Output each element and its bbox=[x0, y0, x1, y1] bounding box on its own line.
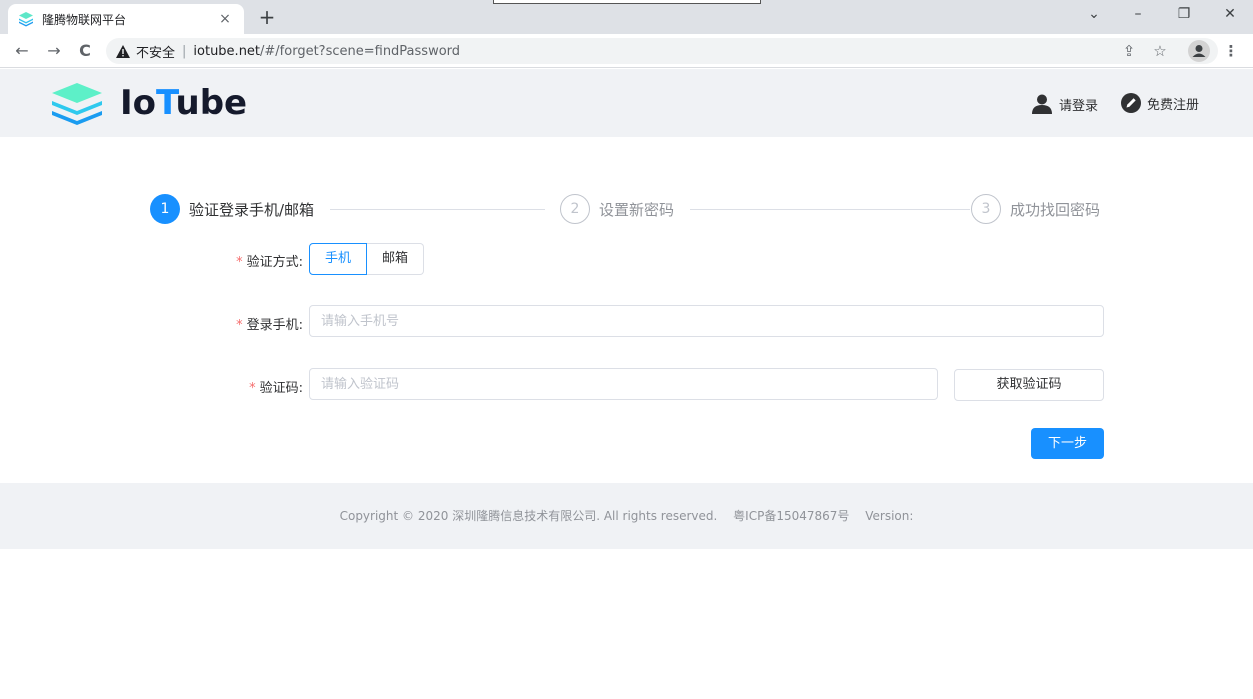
step-2-label: 设置新密码 bbox=[599, 200, 675, 219]
browser-tab-bar: 隆腾物联网平台 × + ⌄ – ❐ ✕ bbox=[0, 0, 1253, 34]
browser-menu-icon[interactable]: ⋮ bbox=[1220, 40, 1242, 62]
edit-icon bbox=[1121, 93, 1141, 113]
password-reset-steps: 1 验证登录手机/邮箱 2 设置新密码 3 成功找回密码 bbox=[150, 194, 1110, 226]
restore-button[interactable]: ❐ bbox=[1164, 0, 1204, 30]
version-text: Version: bbox=[865, 509, 914, 523]
bookmark-star-icon[interactable]: ☆ bbox=[1149, 40, 1171, 62]
logo-suffix: ube bbox=[175, 83, 248, 123]
url-host: iotube.net bbox=[193, 43, 261, 59]
verify-method-radio-group: 手机 邮箱 bbox=[309, 243, 425, 275]
step-3-number: 3 bbox=[971, 194, 1001, 224]
profile-avatar-icon[interactable] bbox=[1188, 40, 1210, 62]
login-link[interactable]: 请登录 bbox=[1031, 93, 1098, 115]
register-label: 免费注册 bbox=[1147, 97, 1200, 113]
logo-accent: T bbox=[156, 83, 176, 123]
next-step-button[interactable]: 下一步 bbox=[1031, 428, 1104, 459]
phone-input[interactable] bbox=[309, 305, 1104, 337]
step-1-number: 1 bbox=[150, 194, 180, 224]
register-link[interactable]: 免费注册 bbox=[1121, 93, 1199, 113]
step-connector bbox=[690, 209, 970, 210]
verify-method-text: 验证方式: bbox=[246, 255, 303, 270]
code-label: * 验证码: bbox=[193, 377, 303, 396]
site-header: IoTube 请登录 免费注册 bbox=[0, 69, 1253, 137]
insecure-label: 不安全 bbox=[136, 45, 176, 61]
minimize-button[interactable]: – bbox=[1118, 0, 1158, 30]
warning-icon bbox=[116, 44, 130, 58]
share-icon[interactable]: ⇪ bbox=[1118, 40, 1140, 62]
method-phone-option[interactable]: 手机 bbox=[309, 243, 368, 275]
browser-tab[interactable]: 隆腾物联网平台 × bbox=[8, 4, 244, 34]
iotube-logo-icon bbox=[52, 83, 102, 125]
get-code-button[interactable]: 获取验证码 bbox=[954, 369, 1104, 401]
site-logo-text[interactable]: IoTube bbox=[120, 83, 247, 123]
step-2: 2 设置新密码 bbox=[560, 194, 685, 224]
phone-label: * 登录手机: bbox=[193, 314, 303, 333]
logo-prefix: Io bbox=[120, 83, 157, 123]
verify-method-label: * 验证方式: bbox=[193, 251, 303, 270]
window-drag-strip bbox=[493, 0, 761, 4]
tab-search-icon[interactable]: ⌄ bbox=[1074, 0, 1114, 30]
person-icon bbox=[1192, 45, 1206, 57]
step-1: 1 验证登录手机/邮箱 bbox=[150, 194, 325, 224]
required-mark: * bbox=[249, 381, 256, 396]
close-window-button[interactable]: ✕ bbox=[1210, 0, 1250, 30]
url-separator: | bbox=[182, 43, 187, 59]
step-2-number: 2 bbox=[560, 194, 590, 224]
verification-code-input[interactable] bbox=[309, 368, 938, 400]
address-bar[interactable]: 不安全 | iotube.net /#/forget?scene=findPas… bbox=[106, 38, 1218, 64]
step-connector bbox=[330, 209, 545, 210]
required-mark: * bbox=[236, 255, 243, 270]
browser-toolbar: ← → C 不安全 | iotube.net /#/forget?scene=f… bbox=[0, 34, 1253, 68]
back-icon[interactable]: ← bbox=[11, 40, 33, 62]
tab-close-icon[interactable]: × bbox=[216, 11, 234, 27]
site-favicon-icon bbox=[19, 12, 33, 27]
url-path: /#/forget?scene=findPassword bbox=[260, 43, 461, 59]
code-label-text: 验证码: bbox=[259, 381, 303, 396]
copyright-text: Copyright © 2020 深圳隆腾信息技术有限公司. All right… bbox=[339, 509, 718, 523]
new-tab-button[interactable]: + bbox=[256, 6, 278, 28]
icp-record-link[interactable]: 粤ICP备15047867号 bbox=[733, 509, 849, 523]
step-1-label: 验证登录手机/邮箱 bbox=[189, 200, 315, 219]
reload-icon[interactable]: C bbox=[74, 40, 96, 62]
forward-icon[interactable]: → bbox=[43, 40, 65, 62]
step-3: 3 成功找回密码 bbox=[971, 194, 1110, 224]
required-mark: * bbox=[236, 318, 243, 333]
step-3-label: 成功找回密码 bbox=[1010, 200, 1101, 219]
phone-label-text: 登录手机: bbox=[246, 318, 303, 333]
tab-title: 隆腾物联网平台 bbox=[42, 12, 127, 27]
site-footer: Copyright © 2020 深圳隆腾信息技术有限公司. All right… bbox=[0, 483, 1253, 549]
login-label: 请登录 bbox=[1059, 98, 1099, 114]
method-email-option[interactable]: 邮箱 bbox=[367, 243, 425, 275]
user-icon bbox=[1032, 94, 1052, 114]
